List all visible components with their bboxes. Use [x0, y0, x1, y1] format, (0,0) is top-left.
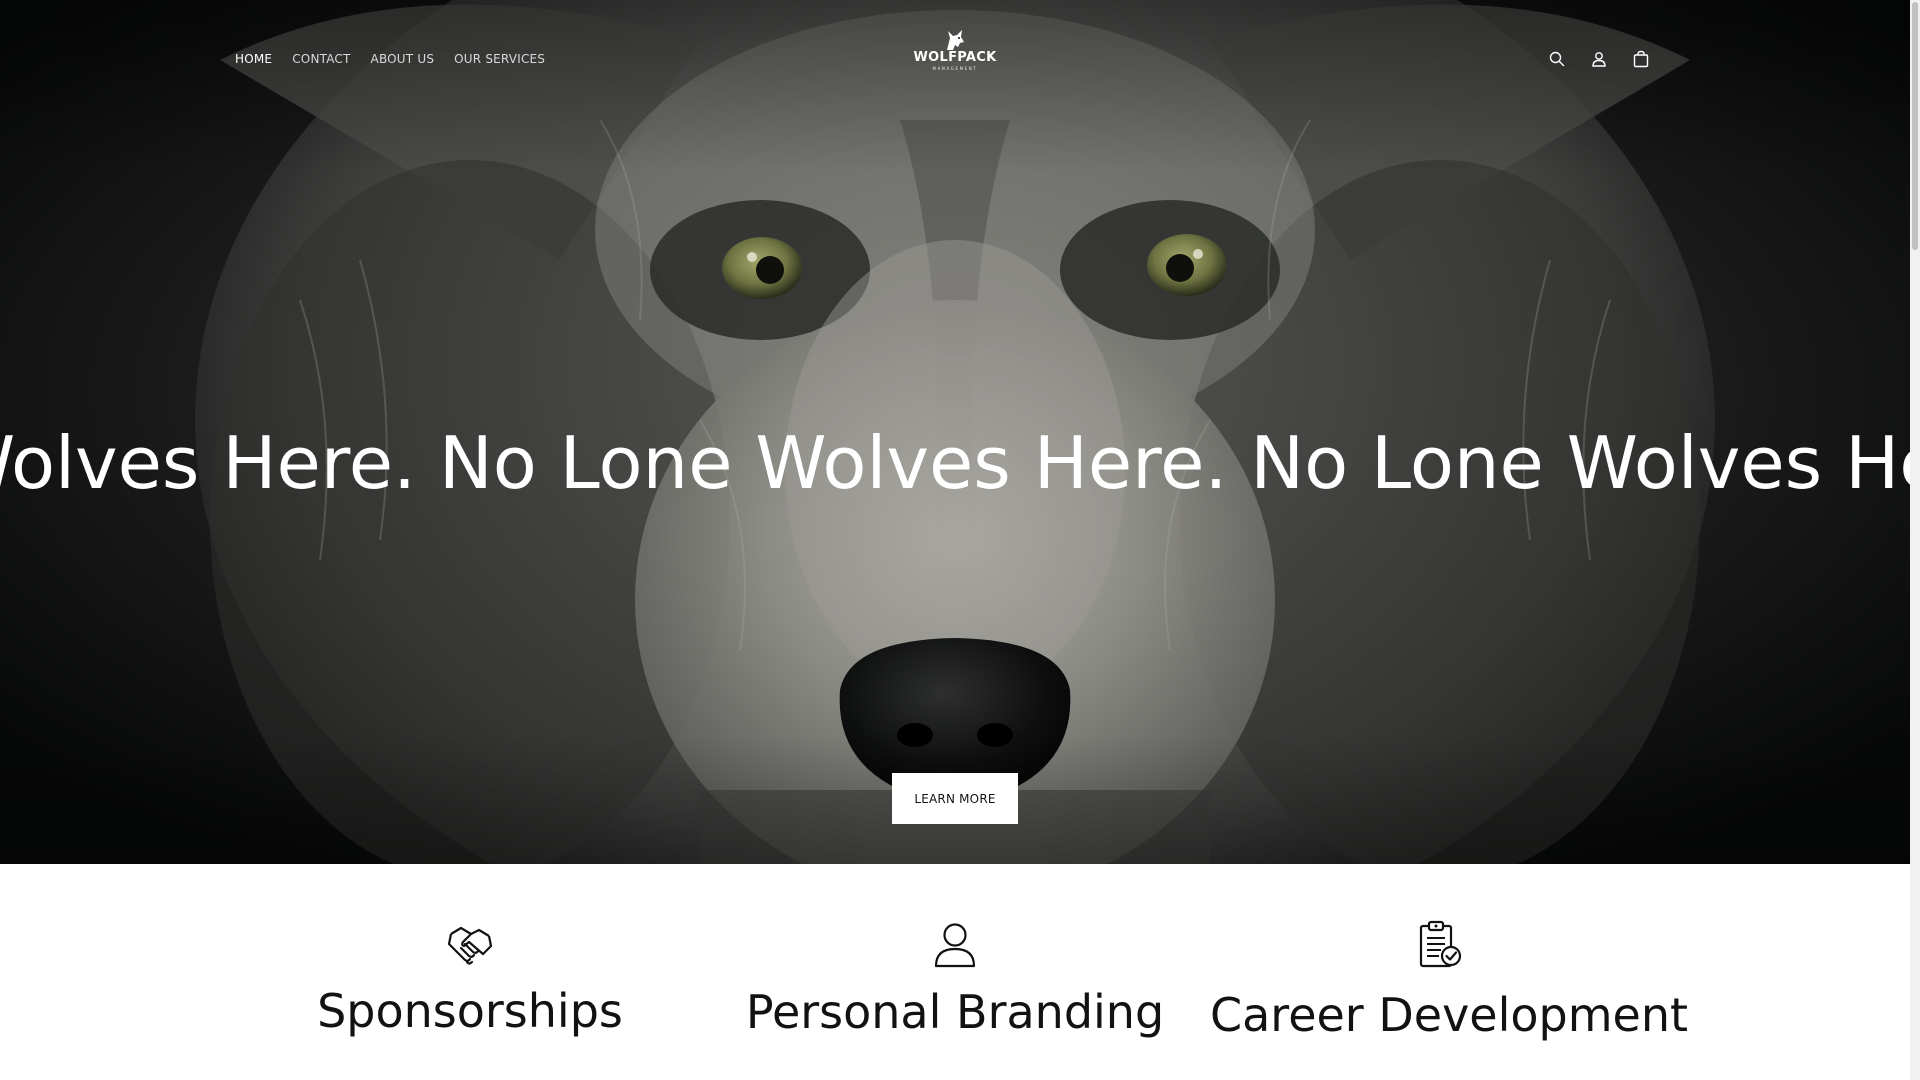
- nav-about-us[interactable]: ABOUT US: [371, 52, 435, 66]
- service-title: Personal Branding: [745, 985, 1165, 1039]
- main-nav: HOME CONTACT ABOUT US OUR SERVICES: [235, 52, 545, 66]
- hero-banner: HOME CONTACT ABOUT US OUR SERVICES WOLFP…: [0, 0, 1910, 864]
- search-icon[interactable]: [1546, 48, 1568, 70]
- service-title: Sponsorships: [317, 984, 623, 1038]
- account-icon[interactable]: [1588, 48, 1610, 70]
- nav-home[interactable]: HOME: [235, 52, 272, 66]
- wolf-head-icon: [947, 30, 964, 50]
- nav-our-services[interactable]: OUR SERVICES: [454, 52, 545, 66]
- marquee-text: Wolves Here. No Lone Wolves Here. No Lon…: [0, 421, 1910, 505]
- person-icon: [934, 923, 976, 968]
- clipboard-check-icon: [1419, 920, 1462, 968]
- header-actions: [1546, 48, 1652, 70]
- page: HOME CONTACT ABOUT US OUR SERVICES WOLFP…: [0, 0, 1920, 1080]
- logo[interactable]: WOLFPACK MANAGEMENT: [905, 28, 1005, 84]
- handshake-icon: [447, 926, 493, 965]
- services-section: Sponsorships Personal Branding Career De…: [0, 864, 1910, 1080]
- service-title: Career Development: [1210, 988, 1689, 1042]
- scrollbar-thumb[interactable]: [1912, 2, 1918, 250]
- nav-contact[interactable]: CONTACT: [292, 52, 350, 66]
- page-scrollbar[interactable]: [1910, 0, 1920, 1080]
- logo-subtitle: MANAGEMENT: [932, 66, 978, 71]
- logo-wordmark: WOLFPACK: [913, 50, 997, 65]
- cart-icon[interactable]: [1630, 48, 1652, 70]
- hero-marquee: Wolves Here. No Lone Wolves Here. No Lon…: [0, 408, 1910, 518]
- site-header: HOME CONTACT ABOUT US OUR SERVICES WOLFP…: [0, 0, 1910, 122]
- learn-more-button[interactable]: LEARN MORE: [892, 773, 1018, 824]
